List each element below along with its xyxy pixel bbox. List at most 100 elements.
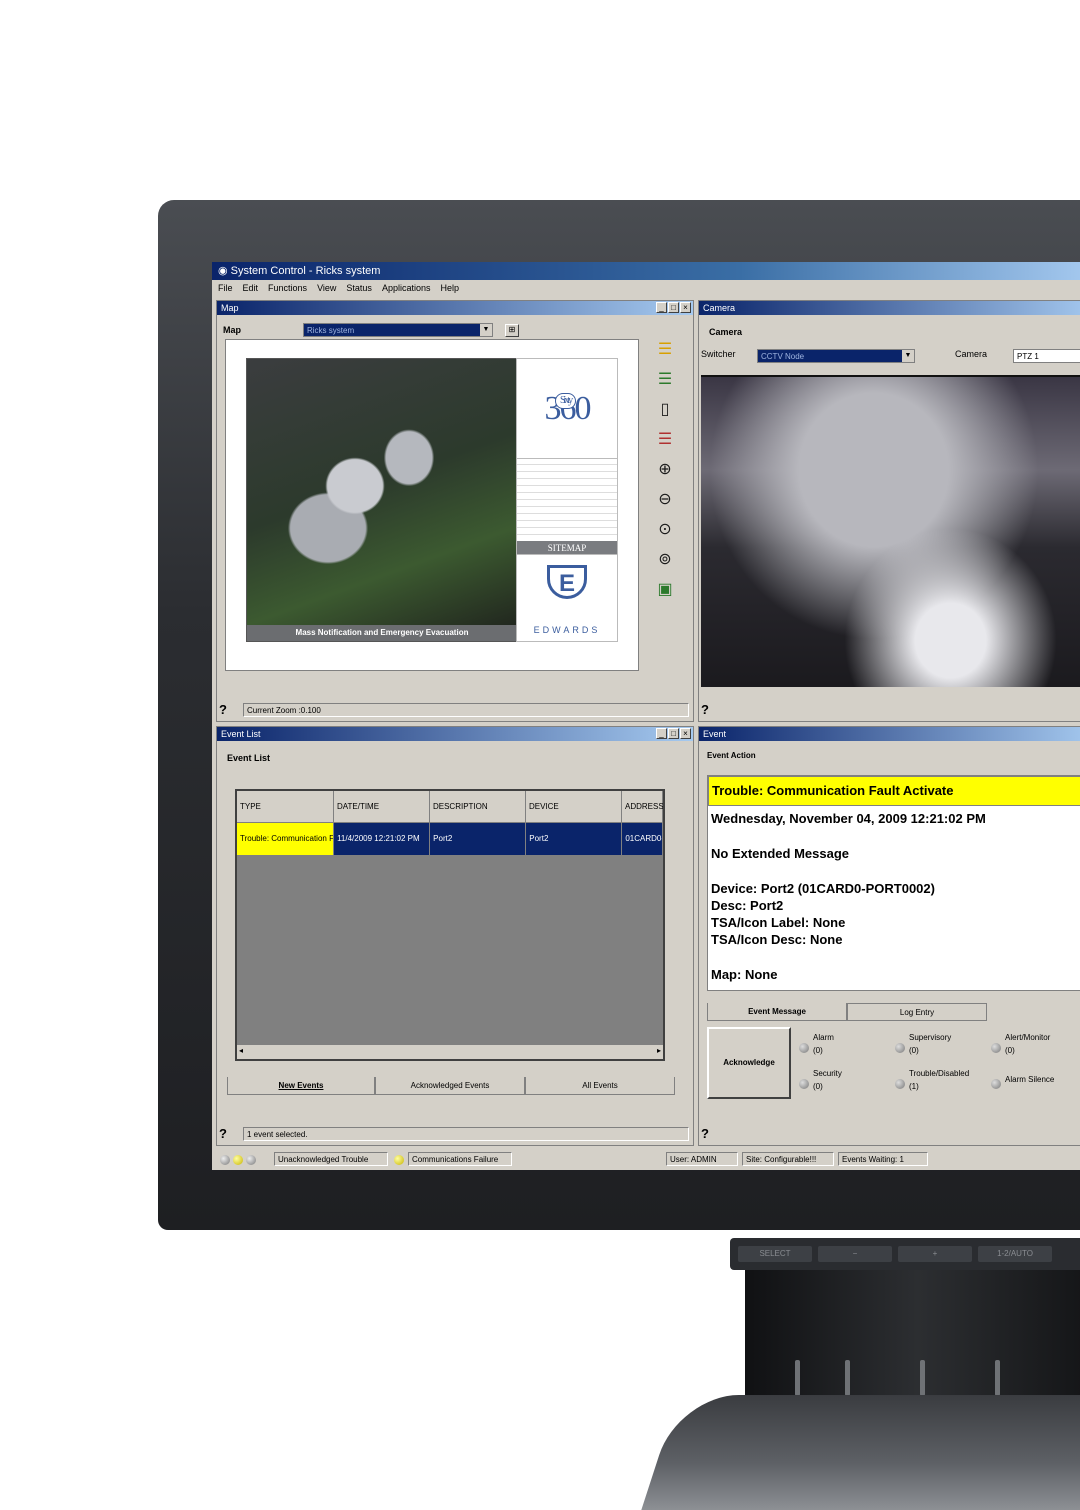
alarm-count: (0): [813, 1046, 823, 1055]
help-icon[interactable]: ?: [219, 701, 239, 719]
zoom-reset-icon[interactable]: ⊚: [657, 549, 673, 571]
scroll-left-icon[interactable]: ◂: [239, 1046, 243, 1055]
event-list-title: Event List _ □ ×: [217, 727, 693, 741]
column-address[interactable]: ADDRESS: [621, 791, 663, 823]
unacknowledged-trouble-status[interactable]: Unacknowledged Trouble: [274, 1152, 388, 1166]
maximize-button[interactable]: □: [668, 728, 679, 739]
tab-all-events[interactable]: All Events: [525, 1077, 675, 1095]
user-status: User: ADMIN: [666, 1152, 738, 1166]
switcher-label: Switcher: [701, 349, 736, 359]
layer-blank-icon[interactable]: ▯: [657, 399, 673, 421]
campus-map-image[interactable]: Mass Notification and Emergency Evacuati…: [246, 358, 518, 642]
close-button[interactable]: ×: [680, 728, 691, 739]
layers-icon[interactable]: ☰: [657, 339, 673, 361]
zoom-in-icon[interactable]: ⊕: [657, 459, 673, 481]
alert-monitor-label: Alert/Monitor: [1005, 1033, 1051, 1042]
help-icon[interactable]: ?: [701, 1125, 721, 1143]
scroll-right-icon[interactable]: ▸: [657, 1046, 661, 1055]
event-status-bar: ?: [701, 1125, 721, 1143]
event-list-tabs: New Events Acknowledged Events All Event…: [227, 1077, 675, 1095]
layer-list-icon[interactable]: ☰: [657, 369, 673, 391]
map-select[interactable]: Ricks system ▼: [303, 323, 493, 337]
app-title-bar[interactable]: ◉ System Control - Ricks system: [212, 262, 1080, 280]
minimize-button[interactable]: _: [656, 728, 667, 739]
help-icon[interactable]: ?: [701, 701, 721, 719]
event-device: Device: Port2 (01CARD0-PORT0002): [711, 881, 935, 896]
alert-monitor-indicator: Alert/Monitor (0): [1005, 1031, 1050, 1057]
map-zoom-status: Current Zoom :0.100: [243, 703, 689, 717]
events-waiting-status: Events Waiting: 1: [838, 1152, 928, 1166]
alarm-indicator: Alarm (0): [813, 1031, 834, 1057]
help-icon[interactable]: ?: [219, 1125, 239, 1143]
alarm-silence-indicator-icon: [991, 1079, 1001, 1089]
sitemap-thumbnail[interactable]: SITEMAP: [516, 458, 618, 556]
cell-description: Port2: [430, 823, 527, 855]
monitor-button-bar: SELECT − + 1-2/AUTO: [730, 1238, 1080, 1270]
column-description[interactable]: DESCRIPTION: [429, 791, 526, 823]
event-list-status-bar: ? 1 event selected.: [219, 1125, 693, 1143]
tab-event-message[interactable]: Event Message: [707, 1003, 847, 1021]
menu-bar: File Edit Functions View Status Applicat…: [212, 280, 1080, 296]
column-device[interactable]: DEVICE: [525, 791, 622, 823]
monitor-auto-button[interactable]: 1-2/AUTO: [978, 1246, 1052, 1262]
minimize-button[interactable]: _: [656, 302, 667, 313]
menu-status[interactable]: Status: [346, 280, 372, 296]
supervisory-label: Supervisory: [909, 1033, 952, 1042]
map-label: Map: [223, 325, 241, 335]
status-led-icon: [233, 1154, 243, 1165]
menu-view[interactable]: View: [317, 280, 336, 296]
monitor-minus-button[interactable]: −: [818, 1246, 892, 1262]
event-extended: No Extended Message: [711, 846, 849, 861]
horizontal-scrollbar[interactable]: ◂ ▸: [237, 1045, 663, 1059]
trouble-disabled-label: Trouble/Disabled: [909, 1069, 970, 1078]
column-type[interactable]: TYPE: [237, 791, 334, 823]
maximize-button[interactable]: □: [668, 302, 679, 313]
chevron-down-icon[interactable]: ▼: [480, 324, 492, 336]
monitor-select-button[interactable]: SELECT: [738, 1246, 812, 1262]
security-label: Security: [813, 1069, 842, 1078]
map-image-caption: Mass Notification and Emergency Evacuati…: [247, 625, 517, 641]
cell-address: 01CARD0-F: [622, 823, 663, 855]
menu-applications[interactable]: Applications: [382, 280, 431, 296]
tab-log-entry[interactable]: Log Entry: [847, 1003, 987, 1021]
chevron-down-icon[interactable]: ▼: [902, 350, 914, 362]
menu-functions[interactable]: Functions: [268, 280, 307, 296]
map-pane-title-text: Map: [221, 303, 239, 313]
alarm-label: Alarm: [813, 1033, 834, 1042]
event-pane-title-text: Event: [703, 729, 727, 739]
edwards-logo: E EDWARDS: [516, 554, 618, 642]
event-action-label: Event Action: [707, 751, 756, 760]
cell-device: Port2: [526, 823, 623, 855]
logo-sixty-text: Sixty: [555, 393, 577, 409]
menu-edit[interactable]: Edit: [243, 280, 259, 296]
comm-failure-icon: [394, 1154, 404, 1165]
event-list-pane: Event List _ □ × Event List TYPE DATE/TIME…: [216, 726, 694, 1146]
camera-select[interactable]: PTZ 1: [1013, 349, 1080, 363]
zoom-out-icon[interactable]: ⊖: [657, 489, 673, 511]
zoom-fit-icon[interactable]: ⊙: [657, 519, 673, 541]
camera-pane-title: Camera: [699, 301, 1080, 315]
event-datetime: Wednesday, November 04, 2009 12:21:02 PM: [711, 811, 986, 826]
camera-video-feed[interactable]: [701, 377, 1080, 687]
column-datetime[interactable]: DATE/TIME: [333, 791, 430, 823]
table-row[interactable]: Trouble: Communication Fa 11/4/2009 12:2…: [237, 823, 663, 855]
app-title: System Control - Ricks system: [230, 265, 381, 277]
close-button[interactable]: ×: [680, 302, 691, 313]
menu-help[interactable]: Help: [440, 280, 459, 296]
refresh-map-icon[interactable]: ▣: [657, 579, 673, 601]
tab-acknowledged-events[interactable]: Acknowledged Events: [375, 1077, 525, 1095]
camera-section-label: Camera: [709, 327, 743, 337]
switcher-select[interactable]: CCTV Node ▼: [757, 349, 915, 363]
tab-new-events[interactable]: New Events: [227, 1077, 375, 1095]
monitor-plus-button[interactable]: +: [898, 1246, 972, 1262]
map-tree-icon[interactable]: ⊞: [505, 324, 519, 337]
event-tsa-label: TSA/Icon Label: None: [711, 915, 846, 930]
edwards-text: EDWARDS: [533, 625, 601, 635]
acknowledge-button[interactable]: Acknowledge: [707, 1027, 791, 1099]
layer-stack-icon[interactable]: ☰: [657, 429, 673, 451]
trouble-indicator-icon: [895, 1079, 905, 1089]
menu-file[interactable]: File: [218, 280, 233, 296]
camera-status-bar: ?: [701, 701, 721, 719]
alert-monitor-indicator-icon: [991, 1043, 1001, 1053]
communications-failure-status[interactable]: Communications Failure: [408, 1152, 512, 1166]
